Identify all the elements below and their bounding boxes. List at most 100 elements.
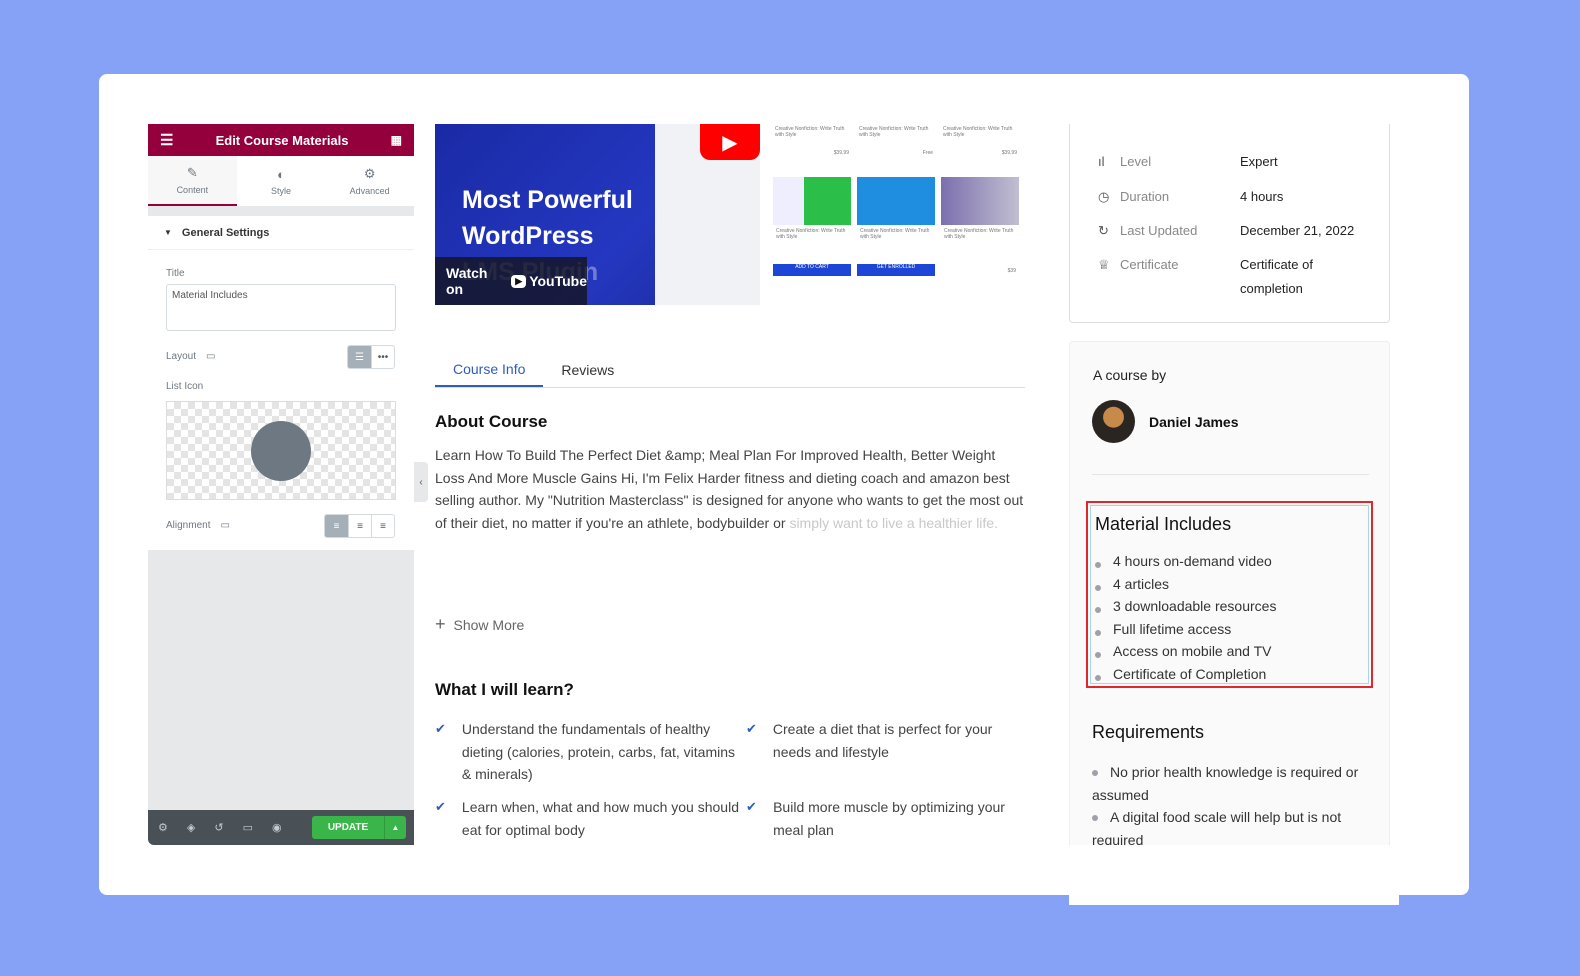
video-title-line: WordPress <box>462 222 594 250</box>
learn-item-text: Create a diet that is perfect for your n… <box>772 721 993 760</box>
requirements-section: Requirements No prior health knowledge i… <box>1092 722 1372 851</box>
tab-course-info[interactable]: Course Info <box>435 352 544 387</box>
material-item: 4 articles <box>1095 573 1276 596</box>
info-row-duration: ◷ Duration 4 hours <box>1098 185 1370 209</box>
add-to-cart-button[interactable]: ADD TO CART <box>773 264 851 276</box>
editor-header: ☰ Edit Course Materials ▦ <box>148 124 414 156</box>
info-row-last-updated: ↻ Last Updated December 21, 2022 <box>1098 219 1370 243</box>
layers-icon[interactable]: ◈ <box>187 821 195 834</box>
thumb-title: Creative Nonfiction: Write Truth with St… <box>775 126 845 138</box>
thumb-image <box>773 177 851 225</box>
desktop-icon[interactable]: ▭ <box>206 351 215 362</box>
course-tabs: Course Info Reviews <box>435 352 1025 388</box>
thumb-title: Creative Nonfiction: Write Truth with St… <box>859 126 929 138</box>
tab-label: Advanced <box>349 186 390 196</box>
update-options-button[interactable]: ▲ <box>384 816 406 839</box>
learn-item-text: Build more muscle by optimizing your mea… <box>773 799 1005 838</box>
align-right-button[interactable]: ≡ <box>371 515 394 537</box>
align-center-button[interactable]: ≡ <box>348 515 371 537</box>
info-label: Duration <box>1120 189 1170 204</box>
requirement-item: No prior health knowledge is required or… <box>1092 761 1372 806</box>
preview-eye-icon[interactable]: ◉ <box>272 821 282 834</box>
tab-style[interactable]: ◐ Style <box>237 156 326 206</box>
general-settings-toggle[interactable]: ▼ General Settings <box>148 216 414 250</box>
youtube-text: YouTube <box>529 273 587 289</box>
material-item: Full lifetime access <box>1095 618 1276 641</box>
check-icon: ✔ <box>746 799 757 815</box>
material-item: 4 hours on-demand video <box>1095 550 1276 573</box>
learn-item: ✔ Build more muscle by optimizing your me… <box>746 796 1026 841</box>
hamburger-menu-icon[interactable]: ☰ <box>160 131 173 149</box>
author-name[interactable]: Daniel James <box>1149 414 1239 430</box>
learn-item-text: Learn when, what and how much you should… <box>461 799 739 838</box>
responsive-icon[interactable]: ▭ <box>243 821 253 834</box>
thumb-price: $39 <box>1007 268 1016 274</box>
section-title: General Settings <box>181 226 270 239</box>
material-item: 3 downloadable resources <box>1095 595 1276 618</box>
pencil-icon: ✎ <box>186 165 198 180</box>
circle-icon-preview <box>251 421 311 481</box>
widget-outline: Material Includes 4 hours on-demand vide… <box>1090 505 1369 684</box>
bullet-icon <box>1092 770 1098 777</box>
youtube-video[interactable]: Most PowerfulWordPressLMS Plugin Watch o… <box>435 124 760 305</box>
info-value: December 21, 2022 <box>1240 223 1355 238</box>
thumb-price: Free <box>922 150 933 156</box>
material-item: Access on mobile and TV <box>1095 640 1276 663</box>
caret-down-icon: ▼ <box>164 228 172 237</box>
tab-advanced[interactable]: ⚙ Advanced <box>325 156 414 206</box>
editor-panel: ☰ Edit Course Materials ▦ ✎ Content ◐ Styl… <box>148 124 414 845</box>
update-button[interactable]: UPDATE <box>312 816 384 839</box>
info-row-level: ıl Level Expert <box>1098 150 1370 174</box>
list-layout-button[interactable]: ☰ <box>348 346 371 368</box>
material-includes-widget[interactable]: Material Includes 4 hours on-demand vide… <box>1086 501 1373 688</box>
apps-grid-icon[interactable]: ▦ <box>391 133 402 147</box>
editor-footer: ⚙ ◈ ↺ ▭ ◉ UPDATE ▲ <box>148 810 414 845</box>
learn-item: ✔ Understand the fundamentals of healthy … <box>435 718 746 786</box>
list-icon-picker[interactable] <box>166 401 396 500</box>
align-left-button[interactable]: ≡ <box>325 515 348 537</box>
tab-reviews[interactable]: Reviews <box>543 352 632 387</box>
info-label: Level <box>1120 154 1152 169</box>
tab-label: Content <box>176 185 209 195</box>
title-label: Title <box>166 268 185 279</box>
title-textarea[interactable]: Material Includes <box>166 284 396 331</box>
layout-label: Layout ▭ <box>166 351 215 362</box>
info-value: 4 hours <box>1240 189 1284 204</box>
layout-label-text: Layout <box>166 351 197 362</box>
author-label: A course by <box>1093 367 1167 383</box>
desktop-icon[interactable]: ▭ <box>220 520 229 531</box>
thumb-title: Creative Nonfiction: Write Truth with St… <box>776 228 846 240</box>
avatar[interactable] <box>1092 400 1135 443</box>
refresh-icon: ↻ <box>1098 223 1109 238</box>
certificate-icon: ♕ <box>1098 257 1110 272</box>
get-enrolled-button[interactable]: GET ENROLLED <box>857 264 935 276</box>
content-clip <box>1069 845 1399 905</box>
history-icon[interactable]: ↺ <box>214 821 223 834</box>
thumb-title: Creative Nonfiction: Write Truth with St… <box>943 126 1013 138</box>
watch-on-youtube-button[interactable]: Watch on ▶ YouTube <box>435 257 587 305</box>
video-title-line: Most Powerful <box>462 186 633 214</box>
info-label: Last Updated <box>1120 223 1198 238</box>
learn-item: ✔ Create a diet that is perfect for your … <box>746 718 1026 786</box>
settings-icon[interactable]: ⚙ <box>158 821 168 834</box>
about-heading: About Course <box>435 412 548 431</box>
inline-layout-button[interactable]: ••• <box>371 346 394 368</box>
check-icon: ✔ <box>435 721 446 736</box>
play-icon[interactable]: ▶ <box>700 124 760 160</box>
info-row-certificate: ♕ Certificate Certificate of completion <box>1098 253 1370 301</box>
watch-on-text: Watch on <box>446 265 488 297</box>
collapse-panel-button[interactable]: ‹ <box>414 462 428 502</box>
clock-icon: ◷ <box>1098 189 1110 204</box>
tab-content[interactable]: ✎ Content <box>148 156 237 206</box>
check-icon: ✔ <box>435 799 446 815</box>
tab-label: Style <box>271 185 292 196</box>
learn-heading: What I will learn? <box>435 680 574 699</box>
alignment-buttons: ≡ ≡ ≡ <box>324 514 395 538</box>
requirement-text: A digital food scale will help but is no… <box>1092 809 1342 848</box>
list-icon-label: List Icon <box>166 381 204 392</box>
check-icon: ✔ <box>746 721 757 736</box>
show-more-button[interactable]: + Show More <box>435 614 524 635</box>
gear-icon: ⚙ <box>363 166 376 181</box>
material-includes-title: Material Includes <box>1095 514 1232 534</box>
thumb-image <box>941 177 1019 225</box>
